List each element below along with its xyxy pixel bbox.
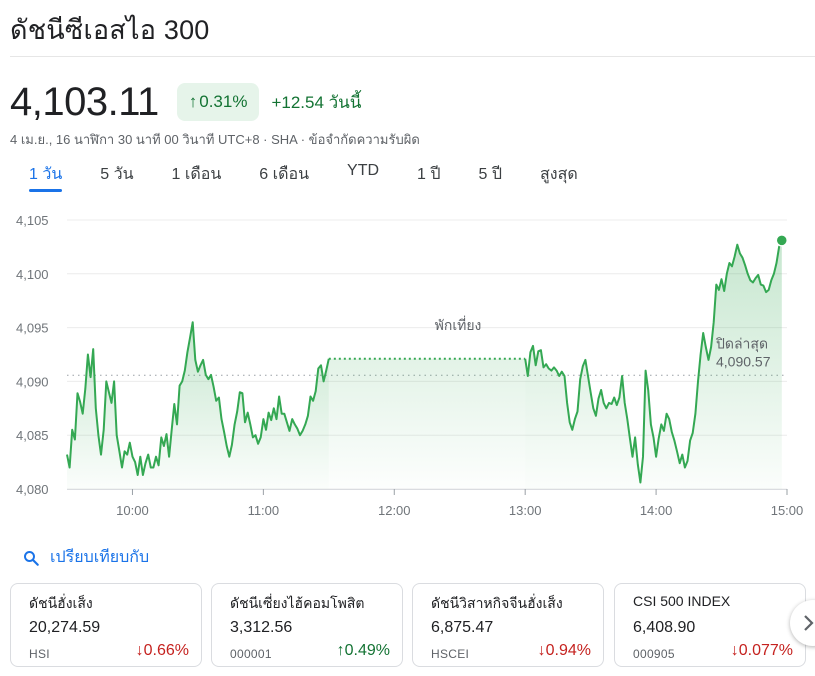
- y-tick-label: 4,080: [16, 482, 49, 497]
- page-title: ดัชนีซีเอสไอ 300: [10, 15, 210, 45]
- divider: [10, 56, 815, 57]
- x-tick-label: 11:00: [248, 503, 280, 518]
- compare-card-shcomp[interactable]: ดัชนีเซี่ยงไฮ้คอมโพสิต 3,312.56 000001 ↑…: [211, 583, 403, 667]
- tab-1-day[interactable]: 1 วัน: [29, 160, 63, 192]
- arrow-down-icon: ↓: [135, 642, 144, 659]
- price-row: 4,103.11 ↑ 0.31% +12.54 วันนี้: [10, 78, 361, 126]
- search-icon: [24, 550, 39, 566]
- arrow-up-icon: ↑: [336, 642, 345, 659]
- card-change: ↓0.66%: [135, 642, 189, 659]
- change-percent-badge: ↑ 0.31%: [176, 83, 260, 121]
- lunch-break-label: พักเที่ยง: [435, 316, 482, 333]
- y-tick-label: 4,085: [16, 428, 49, 443]
- chevron-right-icon: [804, 615, 814, 631]
- tab-5-day[interactable]: 5 วัน: [100, 160, 133, 188]
- y-tick-label: 4,105: [16, 213, 49, 228]
- card-value: 20,274.59: [29, 619, 101, 636]
- card-value: 3,312.56: [230, 619, 293, 636]
- tab-6-month[interactable]: 6 เดือน: [259, 160, 309, 188]
- compare-label: เปรียบเทียบกับ: [50, 549, 150, 566]
- y-tick-label: 4,100: [16, 267, 49, 282]
- card-change: ↓0.94%: [537, 642, 591, 659]
- card-name: CSI 500 INDEX: [633, 593, 731, 609]
- x-tick-label: 15:00: [771, 503, 804, 518]
- x-tick-label: 14:00: [640, 503, 673, 518]
- card-ticker: HSI: [29, 647, 50, 661]
- y-tick-label: 4,090: [16, 374, 49, 389]
- tab-ytd[interactable]: YTD: [347, 160, 379, 188]
- tab-1-year[interactable]: 1 ปี: [417, 160, 441, 188]
- range-tabs: 1 วัน 5 วัน 1 เดือน 6 เดือน YTD 1 ปี 5 ป…: [10, 160, 578, 192]
- tab-max[interactable]: สูงสุด: [540, 160, 578, 188]
- x-tick-label: 13:00: [509, 503, 542, 518]
- card-change: ↓0.077%: [730, 642, 793, 659]
- y-tick-label: 4,095: [16, 321, 49, 336]
- arrow-down-icon: ↓: [537, 642, 546, 659]
- x-tick-label: 12:00: [378, 503, 411, 518]
- previous-close-label: ปิดล่าสุด: [716, 335, 769, 352]
- compare-card-hscei[interactable]: ดัชนีวิสาหกิจจีนฮั่งเส็ง 6,875.47 HSCEI …: [412, 583, 604, 667]
- quote-meta: 4 เม.ย., 16 นาฬิกา 30 นาที 00 วินาที UTC…: [10, 132, 420, 147]
- change-today: +12.54 วันนี้: [271, 92, 362, 112]
- card-ticker: 000905: [633, 647, 675, 661]
- card-ticker: HSCEI: [431, 647, 470, 661]
- card-value: 6,408.90: [633, 619, 696, 636]
- change-percent: 0.31%: [199, 92, 248, 111]
- tab-1-month[interactable]: 1 เดือน: [172, 160, 222, 188]
- card-name: ดัชนีวิสาหกิจจีนฮั่งเส็ง: [431, 595, 563, 611]
- lunch-break-area: [328, 358, 526, 489]
- card-ticker: 000001: [230, 647, 272, 661]
- card-value: 6,875.47: [431, 619, 494, 636]
- current-point-dot: [775, 234, 789, 247]
- compare-card-csi500[interactable]: CSI 500 INDEX 6,408.90 000905 ↓0.077%: [614, 583, 806, 667]
- tab-5-year[interactable]: 5 ปี: [479, 160, 503, 188]
- morning-session-area: [67, 322, 329, 489]
- arrow-down-icon: ↓: [730, 642, 739, 659]
- compare-card-hsi[interactable]: ดัชนีฮั่งเส็ง 20,274.59 HSI ↓0.66%: [10, 583, 202, 667]
- arrow-up-icon: ↑: [188, 92, 198, 111]
- price-chart[interactable]: 4,080 4,085 4,090 4,095 4,100 4,105 10:00 11:00…: [0, 200, 815, 530]
- card-name: ดัชนีฮั่งเส็ง: [29, 595, 93, 611]
- x-tick-label: 10:00: [116, 503, 149, 518]
- previous-close-value: 4,090.57: [716, 353, 771, 369]
- compare-link[interactable]: เปรียบเทียบกับ: [22, 545, 149, 570]
- current-price: 4,103.11: [10, 79, 159, 124]
- card-change: ↑0.49%: [336, 642, 390, 659]
- card-name: ดัชนีเซี่ยงไฮ้คอมโพสิต: [230, 595, 365, 611]
